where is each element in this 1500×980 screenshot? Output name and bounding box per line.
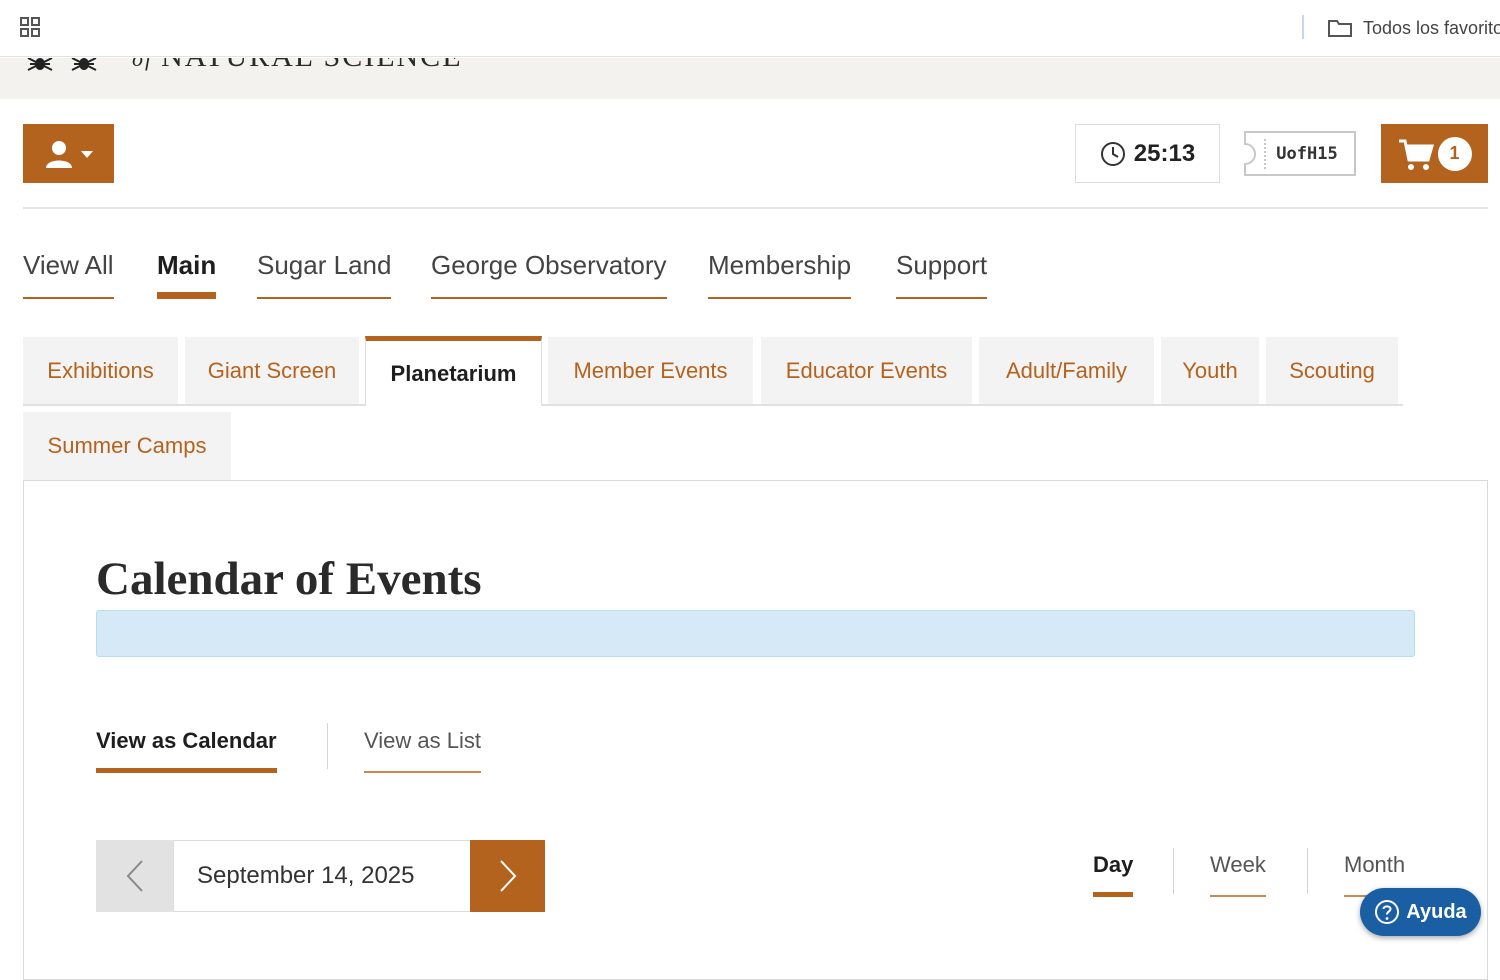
logo-title: NATURAL SCIENCE: [161, 58, 462, 73]
all-bookmarks-folder[interactable]: Todos los favoritos: [1327, 14, 1500, 42]
logo-prefix: of: [132, 58, 154, 71]
view-as-calendar-tab[interactable]: View as Calendar: [96, 728, 277, 773]
chevron-right-icon: [499, 860, 516, 892]
nav-main[interactable]: Main: [157, 250, 217, 299]
range-week-tab[interactable]: Week: [1210, 852, 1266, 897]
tab-adult-family[interactable]: Adult/Family: [979, 337, 1154, 405]
range-divider: [1173, 848, 1174, 894]
user-icon: [45, 140, 72, 168]
promo-code-value: UofH15: [1276, 143, 1338, 164]
tab-scouting[interactable]: Scouting: [1266, 337, 1398, 405]
promo-code-ticket[interactable]: UofH15: [1244, 131, 1356, 176]
cart-icon: [1398, 139, 1434, 170]
tabs-divider: [23, 404, 1403, 406]
account-menu-button[interactable]: [23, 124, 114, 183]
apps-grid-icon[interactable]: [20, 17, 41, 38]
clock-icon: [1100, 141, 1125, 166]
logo-insects-icon[interactable]: [26, 58, 106, 76]
range-day-tab[interactable]: Day: [1093, 852, 1134, 897]
all-bookmarks-label: Todos los favoritos: [1363, 17, 1500, 38]
caret-down-icon: [80, 150, 93, 158]
next-date-button[interactable]: [470, 840, 545, 912]
current-date-display[interactable]: September 14, 2025: [173, 840, 471, 912]
nav-membership[interactable]: Membership: [708, 250, 852, 299]
cart-count-badge: 1: [1437, 136, 1472, 171]
tab-summer-camps[interactable]: Summer Camps: [23, 412, 231, 480]
view-tabs-divider: [327, 723, 328, 769]
tab-youth[interactable]: Youth: [1161, 337, 1259, 405]
logo-wordmark[interactable]: of NATURAL SCIENCE: [132, 58, 463, 74]
bookmarks-divider: [1302, 15, 1304, 39]
tab-planetarium[interactable]: Planetarium: [365, 336, 542, 406]
tab-member-events[interactable]: Member Events: [548, 337, 753, 405]
nav-george-observatory[interactable]: George Observatory: [431, 250, 667, 299]
tab-exhibitions[interactable]: Exhibitions: [23, 337, 178, 405]
nav-view-all[interactable]: View All: [23, 250, 114, 299]
timer-value: 25:13: [1133, 139, 1196, 167]
question-circle-icon: [1375, 900, 1400, 924]
tab-educator-events[interactable]: Educator Events: [761, 337, 972, 405]
previous-date-button[interactable]: [96, 840, 173, 912]
site-logo-strip: of NATURAL SCIENCE: [0, 58, 1500, 99]
ticket-perforation: [1264, 139, 1266, 169]
folder-icon: [1328, 20, 1352, 37]
info-message-bar: [96, 610, 1415, 657]
nav-support[interactable]: Support: [896, 250, 988, 299]
header-divider: [23, 207, 1488, 209]
range-divider: [1307, 848, 1308, 894]
tab-giant-screen[interactable]: Giant Screen: [185, 337, 359, 405]
help-label: Ayuda: [1406, 900, 1467, 923]
help-button[interactable]: Ayuda: [1360, 888, 1481, 936]
cart-button[interactable]: 1: [1381, 124, 1488, 183]
bookmarks-bar: Todos los favoritos: [0, 0, 1500, 57]
session-timer: 25:13: [1075, 124, 1220, 183]
nav-sugar-land[interactable]: Sugar Land: [257, 250, 392, 299]
page-title: Calendar of Events: [96, 553, 482, 605]
ticket-notch: [1244, 143, 1256, 165]
view-as-list-tab[interactable]: View as List: [364, 728, 481, 773]
chevron-left-icon: [126, 860, 143, 892]
